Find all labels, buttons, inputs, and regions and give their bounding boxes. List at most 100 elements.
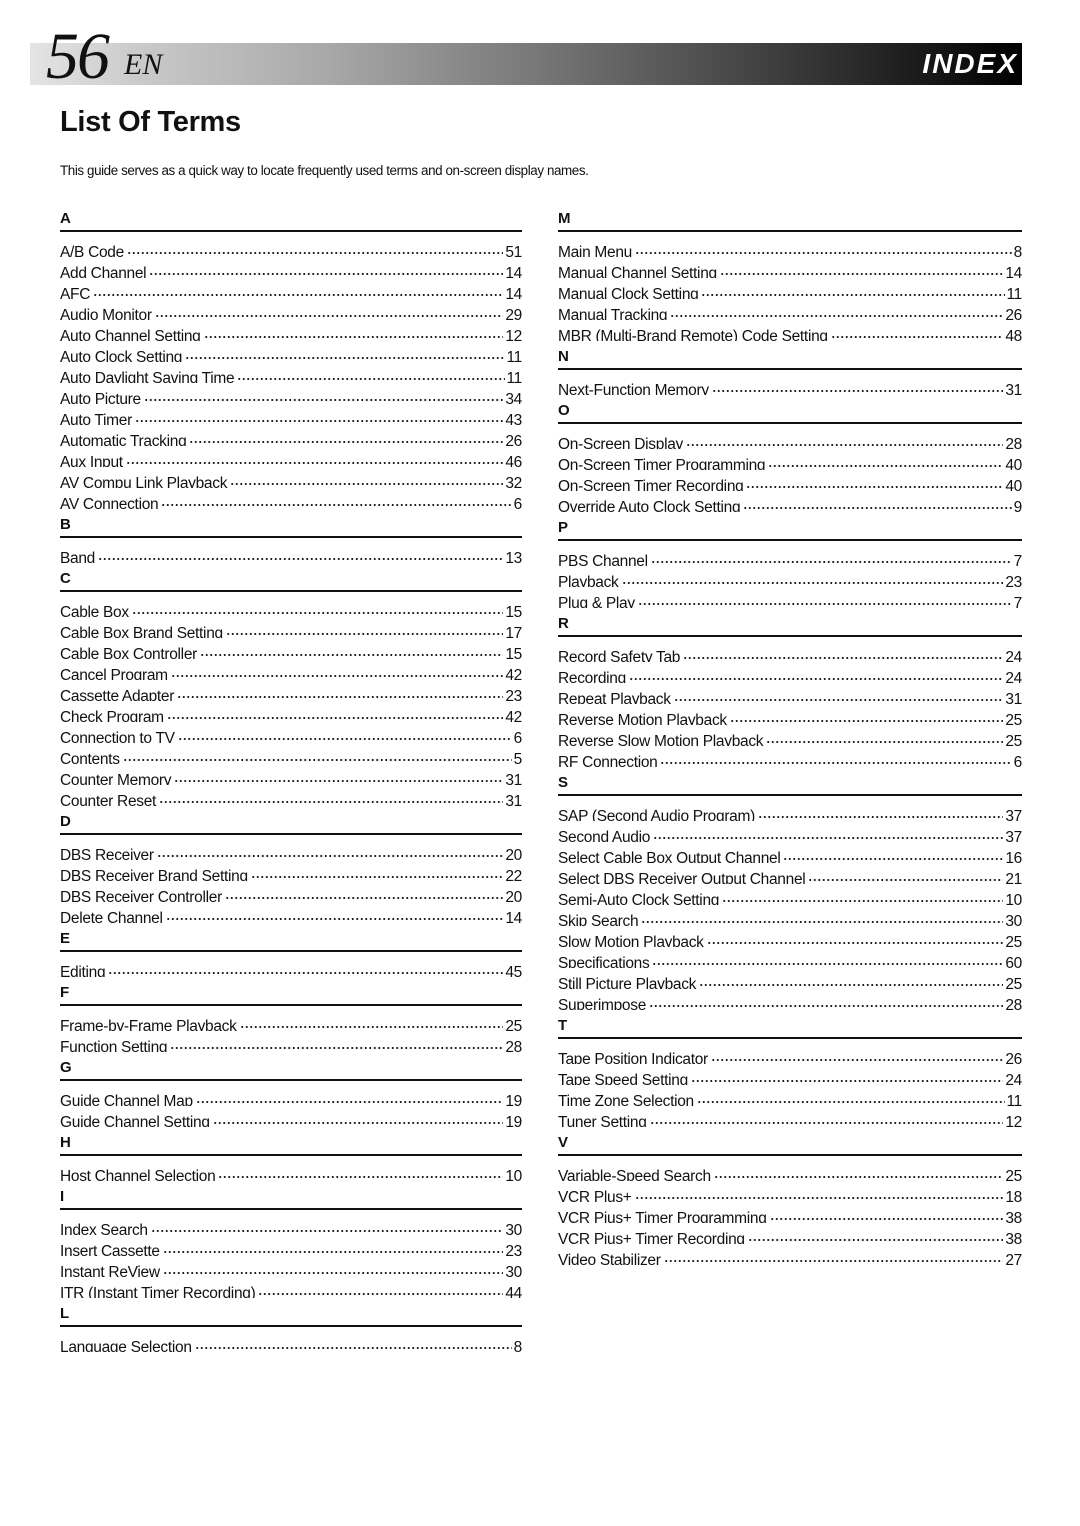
entry-term: Cassette Adapter [60, 688, 175, 701]
dot-leader [699, 968, 1004, 989]
entry-term: Editing [60, 964, 106, 977]
dot-leader [200, 638, 504, 659]
dot-leader [746, 470, 1004, 491]
entry-page-number: 8 [1013, 244, 1022, 257]
index-entry: Variable-Speed Search 25 [558, 1160, 1022, 1181]
entry-page-number: 20 [505, 889, 522, 902]
page-title: List Of Terms [60, 106, 241, 138]
entry-page-number: 25 [1005, 733, 1022, 746]
index-entry: Select Cable Box Output Channel 16 [558, 842, 1022, 863]
entry-term: Second Audio [558, 829, 651, 842]
section-letter: L [60, 1304, 522, 1327]
index-entry: ITR (Instant Timer Recording) 44 [60, 1277, 522, 1298]
entry-term: RF Connection [558, 754, 658, 767]
entry-page-number: 9 [1013, 499, 1022, 512]
entry-page-number: 42 [505, 709, 522, 722]
entry-page-number: 46 [505, 454, 522, 467]
entry-term: Video Stabilizer [558, 1252, 661, 1265]
intro-text: This guide serves as a quick way to loca… [60, 163, 589, 178]
entry-page-number: 10 [1005, 892, 1022, 905]
index-entry: Manual Tracking 26 [558, 299, 1022, 320]
index-section: O On-Screen Display 28 On-Screen Timer Prog… [558, 401, 1022, 512]
entry-term: ITR (Instant Timer Recording) [60, 1285, 256, 1298]
entry-term: VCR Pius+ Timer Recording [558, 1231, 745, 1244]
entry-page-number: 31 [505, 793, 522, 806]
index-section: A A/B Code 51 Add Channel 14 AFC 14 Audio Monit… [60, 209, 522, 509]
dot-leader [650, 545, 1012, 566]
index-entry: Tape Speed Setting 24 [558, 1064, 1022, 1085]
entry-term: Frame-by-Frame Playback [60, 1018, 237, 1031]
entry-term: Specifications [558, 955, 650, 968]
index-entry: Function Setting 28 [60, 1031, 522, 1052]
entry-term: DBS Receiver [60, 847, 154, 860]
entry-term: Cable Box Controller [60, 646, 198, 659]
index-entry: Cable Box Controller 15 [60, 638, 522, 659]
section-letter: C [60, 569, 522, 592]
entry-term: Plug & Play [558, 595, 635, 608]
index-entry: On-Screen Timer Recording 40 [558, 470, 1022, 491]
index-entry: Select DBS Receiver Output Channel 21 [558, 863, 1022, 884]
index-section: C Cable Box 15 Cable Box Brand Setting 17 Cab… [60, 569, 522, 806]
dot-leader [185, 341, 505, 362]
entry-term: Auto Daylight Saving Time [60, 370, 235, 383]
entry-term: Variable-Speed Search [558, 1168, 711, 1181]
entry-page-number: 8 [513, 1339, 522, 1352]
index-entry: RF Connection 6 [558, 746, 1022, 767]
index-entry: Time Zone Selection 11 [558, 1085, 1022, 1106]
dot-leader [766, 725, 1004, 746]
entry-page-number: 31 [1005, 382, 1022, 395]
index-section: D DBS Receiver 20 DBS Receiver Brand Settin… [60, 812, 522, 923]
entry-page-number: 25 [1005, 712, 1022, 725]
dot-leader [177, 680, 504, 701]
index-entry: Reverse Motion Playback 25 [558, 704, 1022, 725]
entry-term: Override Auto Clock Setting [558, 499, 741, 512]
dot-leader [660, 746, 1012, 767]
dot-leader [150, 1214, 504, 1235]
index-entry: Aux Input 46 [60, 446, 522, 467]
dot-leader [250, 860, 504, 881]
entry-page-number: 38 [1005, 1210, 1022, 1223]
index-entry: Auto Timer 43 [60, 404, 522, 425]
entry-page-number: 26 [505, 433, 522, 446]
entry-page-number: 44 [505, 1285, 522, 1298]
index-entry: Add Channel 14 [60, 257, 522, 278]
entry-page-number: 14 [505, 910, 522, 923]
dot-leader [653, 821, 1004, 842]
entry-page-number: 25 [1005, 976, 1022, 989]
dot-leader [159, 785, 504, 806]
index-entry: DBS Receiver Brand Setting 22 [60, 860, 522, 881]
entry-term: Reverse Slow Motion Playback [558, 733, 764, 746]
index-section: B Band 13 [60, 515, 522, 563]
section-letter: E [60, 929, 522, 952]
entry-page-number: 23 [1005, 574, 1022, 587]
index-entry: Cable Box 15 [60, 596, 522, 617]
entry-term: AFC [60, 286, 91, 299]
index-entry: MBR (Multi-Brand Remote) Code Setting 48 [558, 320, 1022, 341]
index-entry: Plug & Play 7 [558, 587, 1022, 608]
index-entry: VCR Plus+ 18 [558, 1181, 1022, 1202]
index-entry: AFC 14 [60, 278, 522, 299]
entry-term: Auto Clock Setting [60, 349, 183, 362]
dot-leader [710, 1043, 1004, 1064]
index-entry: VCR Pius+ Timer Recording 38 [558, 1223, 1022, 1244]
entry-term: Guide Channel Setting [60, 1114, 210, 1127]
entry-page-number: 15 [505, 646, 522, 659]
dot-leader [93, 278, 504, 299]
index-entry: Repeat Playback 31 [558, 683, 1022, 704]
entry-page-number: 27 [1005, 1252, 1022, 1265]
dot-leader [161, 488, 512, 509]
index-column-left: A A/B Code 51 Add Channel 14 AFC 14 Audio Monit… [60, 209, 522, 1358]
entry-term: Instant ReView [60, 1264, 160, 1277]
index-section: H Host Channel Selection 10 [60, 1133, 522, 1181]
dot-leader [189, 425, 504, 446]
entry-page-number: 24 [1005, 649, 1022, 662]
entry-term: Tape Speed Setting [558, 1072, 688, 1085]
entry-page-number: 17 [505, 625, 522, 638]
entry-term: Cable Box [60, 604, 129, 617]
dot-leader [143, 383, 504, 404]
dot-leader [634, 1181, 1004, 1202]
dot-leader [165, 902, 504, 923]
section-letter: G [60, 1058, 522, 1081]
entry-term: Select Cable Box Output Channel [558, 850, 781, 863]
index-entry: Record Safety Tab 24 [558, 641, 1022, 662]
